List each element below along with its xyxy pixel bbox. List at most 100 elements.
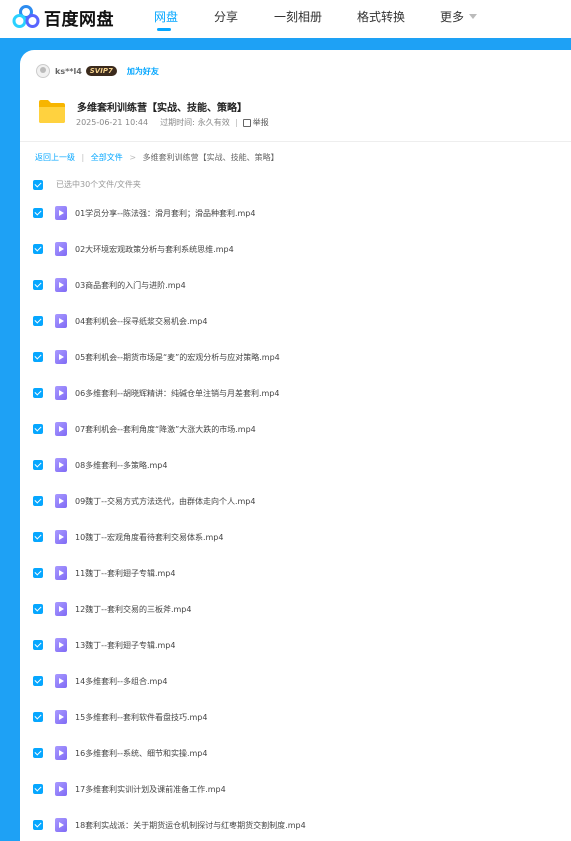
file-checkbox[interactable] (33, 316, 43, 326)
video-file-icon (55, 206, 67, 220)
video-file-icon (55, 746, 67, 760)
file-name[interactable]: 15多维套利--套利软件看盘技巧.mp4 (75, 712, 207, 723)
file-checkbox[interactable] (33, 676, 43, 686)
top-bar: 百度网盘 网盘 分享 一刻相册 格式转换 更多 (0, 0, 571, 38)
avatar[interactable] (36, 64, 50, 78)
file-name[interactable]: 06多维套利--胡晓辉精讲：纯碱仓单注销与月差套利.mp4 (75, 388, 279, 399)
folder-title: 多维套利训练营【实战、技能、策略】 (77, 103, 247, 114)
file-checkbox[interactable] (33, 748, 43, 758)
video-file-icon (55, 638, 67, 652)
video-file-icon (55, 386, 67, 400)
video-file-icon (55, 674, 67, 688)
file-name[interactable]: 07套利机会--套利角度“降激”大涨大跌的市场.mp4 (75, 424, 256, 435)
file-name[interactable]: 02大环境宏观政策分析与套利系统思维.mp4 (75, 244, 234, 255)
app-logo-text: 百度网盘 (44, 9, 114, 30)
file-checkbox[interactable] (33, 568, 43, 578)
file-name[interactable]: 03商品套利的入门与进阶.mp4 (75, 280, 186, 291)
file-name[interactable]: 13魏丁--套利翅子专辑.mp4 (75, 640, 175, 651)
chevron-down-icon (469, 14, 478, 19)
file-name[interactable]: 12魏丁--套利交易的三板斧.mp4 (75, 604, 191, 615)
file-checkbox[interactable] (33, 460, 43, 470)
video-file-icon (55, 422, 67, 436)
breadcrumb-all-files-link[interactable]: 全部文件 (91, 153, 123, 162)
file-name[interactable]: 10魏丁--宏观角度看待套利交易体系.mp4 (75, 532, 223, 543)
list-item[interactable]: 01学员分享--陈法强：滑月套利；滑品种套利.mp4 (20, 201, 571, 237)
header-divider (20, 141, 571, 142)
video-file-icon (55, 314, 67, 328)
share-date: 2025-06-21 10:44 (76, 118, 149, 127)
file-checkbox[interactable] (33, 604, 43, 614)
svip-badge: SVIP7 (85, 66, 117, 76)
list-item[interactable]: 06多维套利--胡晓辉精讲：纯碱仓单注销与月差套利.mp4 (20, 381, 571, 417)
video-file-icon (55, 566, 67, 580)
expire-value: 永久有效 (197, 118, 230, 127)
file-checkbox[interactable] (33, 532, 43, 542)
report-icon (242, 118, 251, 127)
list-item[interactable]: 11魏丁--套利翅子专辑.mp4 (20, 561, 571, 597)
file-checkbox[interactable] (33, 784, 43, 794)
add-friend-button[interactable]: 加为好友 (127, 66, 159, 77)
list-item[interactable]: 18套利实战派：关于期货运仓机制探讨与红枣期货交割制度.mp4 (20, 813, 571, 841)
list-item[interactable]: 05套利机会--期货市场是“麦”的宏观分析与应对策略.mp4 (20, 345, 571, 381)
list-item[interactable]: 03商品套利的入门与进阶.mp4 (20, 273, 571, 309)
sharer-info: ks**l4 SVIP7 加为好友 (36, 64, 159, 78)
file-name[interactable]: 11魏丁--套利翅子专辑.mp4 (75, 568, 175, 579)
file-checkbox[interactable] (33, 424, 43, 434)
file-checkbox[interactable] (33, 640, 43, 650)
video-file-icon (55, 458, 67, 472)
breadcrumb-divider: | (81, 153, 85, 162)
file-checkbox[interactable] (33, 388, 43, 398)
video-file-icon (55, 602, 67, 616)
video-file-icon (55, 818, 67, 832)
video-file-icon (55, 782, 67, 796)
nav-item-netdisk[interactable]: 网盘 (154, 8, 178, 25)
folder-icon (39, 100, 65, 123)
report-label: 举报 (252, 118, 269, 127)
file-checkbox[interactable] (33, 352, 43, 362)
nav-item-share[interactable]: 分享 (214, 8, 238, 25)
nav-item-more[interactable]: 更多 (440, 8, 478, 25)
app-logo[interactable]: 百度网盘 (12, 3, 114, 31)
file-name[interactable]: 09魏丁--交易方式方法迭代，由群体走向个人.mp4 (75, 496, 255, 507)
file-name[interactable]: 17多维套利实训计划及课前准备工作.mp4 (75, 784, 226, 795)
file-name[interactable]: 16多维套利--系统、细节和实操.mp4 (75, 748, 207, 759)
list-item[interactable]: 15多维套利--套利软件看盘技巧.mp4 (20, 705, 571, 741)
breadcrumb-back-link[interactable]: 返回上一级 (35, 153, 75, 162)
nav-item-album[interactable]: 一刻相册 (274, 8, 322, 25)
list-item[interactable]: 10魏丁--宏观角度看待套利交易体系.mp4 (20, 525, 571, 561)
file-checkbox[interactable] (33, 244, 43, 254)
file-checkbox[interactable] (33, 496, 43, 506)
file-name[interactable]: 14多维套利--多组合.mp4 (75, 676, 167, 687)
nav-item-more-label: 更多 (440, 10, 465, 24)
file-name[interactable]: 18套利实战派：关于期货运仓机制探讨与红枣期货交割制度.mp4 (75, 820, 306, 831)
list-item[interactable]: 04套利机会--探寻纸浆交易机会.mp4 (20, 309, 571, 345)
file-checkbox[interactable] (33, 712, 43, 722)
file-name[interactable]: 04套利机会--探寻纸浆交易机会.mp4 (75, 316, 207, 327)
breadcrumb-current: 多维套利训练营【实战、技能、策略】 (142, 153, 279, 162)
file-name[interactable]: 01学员分享--陈法强：滑月套利；滑品种套利.mp4 (75, 208, 255, 219)
list-item[interactable]: 09魏丁--交易方式方法迭代，由群体走向个人.mp4 (20, 489, 571, 525)
list-item[interactable]: 17多维套利实训计划及课前准备工作.mp4 (20, 777, 571, 813)
report-button[interactable]: 举报 (242, 117, 269, 128)
list-item[interactable]: 07套利机会--套利角度“降激”大涨大跌的市场.mp4 (20, 417, 571, 453)
list-item[interactable]: 16多维套利--系统、细节和实操.mp4 (20, 741, 571, 777)
video-file-icon (55, 530, 67, 544)
file-name[interactable]: 05套利机会--期货市场是“麦”的宏观分析与应对策略.mp4 (75, 352, 280, 363)
breadcrumb-chevron-icon: > (129, 153, 137, 162)
list-item[interactable]: 14多维套利--多组合.mp4 (20, 669, 571, 705)
file-checkbox[interactable] (33, 820, 43, 830)
breadcrumb: 返回上一级 | 全部文件 > 多维套利训练营【实战、技能、策略】 (35, 152, 279, 163)
nav-item-convert[interactable]: 格式转换 (357, 8, 405, 25)
video-file-icon (55, 494, 67, 508)
list-item[interactable]: 08多维套利--多策略.mp4 (20, 453, 571, 489)
file-name[interactable]: 08多维套利--多策略.mp4 (75, 460, 167, 471)
sharer-username: ks**l4 (55, 66, 82, 76)
list-item[interactable]: 12魏丁--套利交易的三板斧.mp4 (20, 597, 571, 633)
video-file-icon (55, 278, 67, 292)
list-item[interactable]: 13魏丁--套利翅子专辑.mp4 (20, 633, 571, 669)
file-checkbox[interactable] (33, 208, 43, 218)
list-item[interactable]: 02大环境宏观政策分析与套利系统思维.mp4 (20, 237, 571, 273)
select-all-checkbox[interactable] (33, 180, 43, 190)
meta-divider (235, 118, 237, 127)
file-checkbox[interactable] (33, 280, 43, 290)
